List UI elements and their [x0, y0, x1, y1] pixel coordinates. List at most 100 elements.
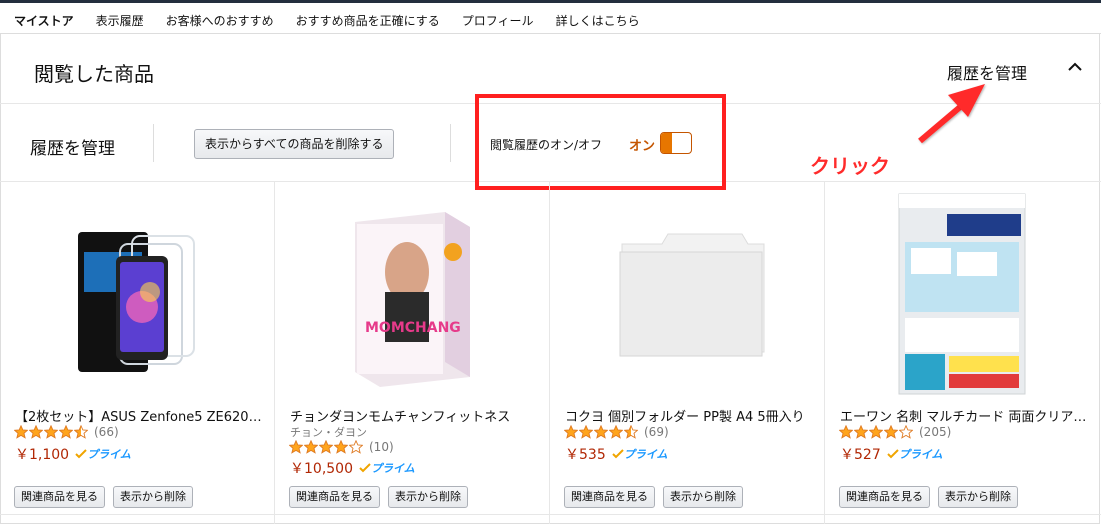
star-rating-icon: [839, 425, 914, 439]
top-nav-bar: マイストア 表示履歴 お客様へのおすすめ おすすめ商品を正確にする プロフィール…: [0, 0, 1101, 34]
star-icon: [304, 440, 318, 454]
prime-label: プライム: [623, 448, 668, 461]
card-buttons: 関連商品を見る 表示から削除: [564, 486, 743, 508]
check-icon: [887, 449, 899, 459]
remove-from-view-button[interactable]: 表示から削除: [113, 486, 193, 508]
price-line: ￥535 プライム: [565, 444, 668, 464]
remove-from-view-button[interactable]: 表示から削除: [938, 486, 1018, 508]
check-icon: [612, 449, 624, 459]
nav-recommendations[interactable]: お客様へのおすすめ: [166, 12, 274, 29]
chevron-up-icon[interactable]: [1066, 58, 1084, 76]
star-icon: [29, 425, 43, 439]
card-buttons: 関連商品を見る 表示から削除: [14, 486, 193, 508]
product-card: MOMCHANG チョンダヨンモムチャンフィットネス チョン・ダヨン (10) …: [275, 182, 550, 524]
product-image[interactable]: MOMCHANG: [345, 192, 480, 397]
product-author[interactable]: チョン・ダヨン: [290, 424, 367, 440]
remove-from-view-button[interactable]: 表示から削除: [388, 486, 468, 508]
star-icon: [839, 425, 853, 439]
star-icon: [14, 425, 28, 439]
price-line: ￥10,500 プライム: [290, 458, 415, 478]
card-buttons: 関連商品を見る 表示から削除: [839, 486, 1018, 508]
svg-text:MOMCHANG: MOMCHANG: [365, 320, 461, 336]
star-icon: [59, 425, 73, 439]
product-image[interactable]: [60, 192, 220, 397]
manage-history-link[interactable]: 履歴を管理: [947, 60, 1027, 84]
review-count[interactable]: (10): [369, 440, 394, 454]
product-title[interactable]: 【2枚セット】ASUS Zenfone5 ZE620KL 強化ガラス: [15, 406, 263, 425]
check-icon: [359, 463, 371, 473]
product-price: ￥535: [565, 447, 606, 463]
card-buttons: 関連商品を見る 表示から削除: [289, 486, 468, 508]
star-rating-icon: [14, 425, 89, 439]
star-icon: [349, 440, 363, 454]
related-items-button[interactable]: 関連商品を見る: [839, 486, 930, 508]
product-title[interactable]: エーワン 名刺 マルチカード 両面クリアエッジ: [840, 406, 1088, 425]
history-toggle-label: 閲覧履歴のオン/オフ: [490, 138, 603, 152]
star-icon: [579, 425, 593, 439]
delete-all-button[interactable]: 表示からすべての商品を削除する: [194, 129, 395, 159]
price-line: ￥527 プライム: [840, 444, 943, 464]
product-title[interactable]: コクヨ 個別フォルダー PP製 A4 5冊入り: [565, 406, 813, 425]
remove-from-view-button[interactable]: 表示から削除: [663, 486, 743, 508]
star-icon: [609, 425, 623, 439]
product-grid: 【2枚セット】ASUS Zenfone5 ZE620KL 強化ガラス (66) …: [0, 182, 1101, 524]
product-rating[interactable]: (69): [564, 424, 669, 440]
star-icon: [854, 425, 868, 439]
product-image[interactable]: [602, 192, 772, 397]
price-line: ￥1,100 プライム: [15, 444, 131, 464]
top-nav: マイストア 表示履歴 お客様へのおすすめ おすすめ商品を正確にする プロフィール…: [14, 12, 662, 29]
star-icon: [44, 425, 58, 439]
star-icon: [289, 440, 303, 454]
product-rating[interactable]: (66): [14, 424, 119, 440]
nav-profile[interactable]: プロフィール: [462, 12, 534, 29]
product-image[interactable]: [897, 192, 1027, 397]
prime-label: プライム: [371, 462, 415, 475]
nav-my-store[interactable]: マイストア: [14, 12, 74, 29]
prime-label: プライム: [898, 448, 943, 461]
product-price: ￥527: [840, 447, 881, 463]
star-icon: [869, 425, 883, 439]
divider: [153, 124, 154, 162]
star-icon: [594, 425, 608, 439]
prime-badge: プライム: [359, 460, 415, 476]
star-icon: [319, 440, 333, 454]
star-icon: [899, 425, 913, 439]
related-items-button[interactable]: 関連商品を見る: [14, 486, 105, 508]
related-items-button[interactable]: 関連商品を見る: [289, 486, 380, 508]
prime-label: プライム: [87, 448, 131, 461]
prime-badge: プライム: [612, 446, 668, 462]
product-price: ￥1,100: [15, 447, 70, 463]
related-items-button[interactable]: 関連商品を見る: [564, 486, 655, 508]
product-title[interactable]: チョンダヨンモムチャンフィットネス: [290, 406, 538, 425]
manage-history-row: 履歴を管理 表示からすべての商品を削除する 閲覧履歴のオン/オフ オン: [0, 104, 1101, 182]
product-card: エーワン 名刺 マルチカード 両面クリアエッジ (205) ￥527 プライム …: [825, 182, 1100, 524]
star-icon: [334, 440, 348, 454]
star-rating-icon: [564, 425, 639, 439]
click-annotation: クリック: [810, 154, 890, 178]
review-count[interactable]: (69): [644, 425, 669, 439]
check-icon: [75, 449, 87, 459]
bottom-divider: [0, 514, 1101, 515]
review-count[interactable]: (66): [94, 425, 119, 439]
product-card: 【2枚セット】ASUS Zenfone5 ZE620KL 強化ガラス (66) …: [0, 182, 275, 524]
star-icon: [74, 425, 88, 439]
divider: [450, 124, 451, 162]
nav-learn-more[interactable]: 詳しくはこちら: [556, 12, 640, 29]
product-card: コクヨ 個別フォルダー PP製 A4 5冊入り (69) ￥535 プライム 関…: [550, 182, 825, 524]
review-count[interactable]: (205): [919, 425, 951, 439]
toggle-knob: [661, 133, 672, 153]
star-rating-icon: [289, 440, 364, 454]
nav-browsing-history[interactable]: 表示履歴: [96, 12, 144, 29]
history-toggle-switch[interactable]: [660, 132, 692, 154]
manage-history-label: 履歴を管理: [30, 139, 115, 159]
product-price: ￥10,500: [290, 461, 353, 477]
star-icon: [564, 425, 578, 439]
product-rating[interactable]: (10): [289, 439, 394, 455]
prime-badge: プライム: [75, 446, 131, 462]
page-title: 閲覧した商品: [34, 62, 154, 86]
nav-improve-recommendations[interactable]: おすすめ商品を正確にする: [296, 12, 440, 29]
star-icon: [884, 425, 898, 439]
history-toggle-state: オン: [629, 139, 656, 154]
product-rating[interactable]: (205): [839, 424, 951, 440]
prime-badge: プライム: [887, 446, 943, 462]
